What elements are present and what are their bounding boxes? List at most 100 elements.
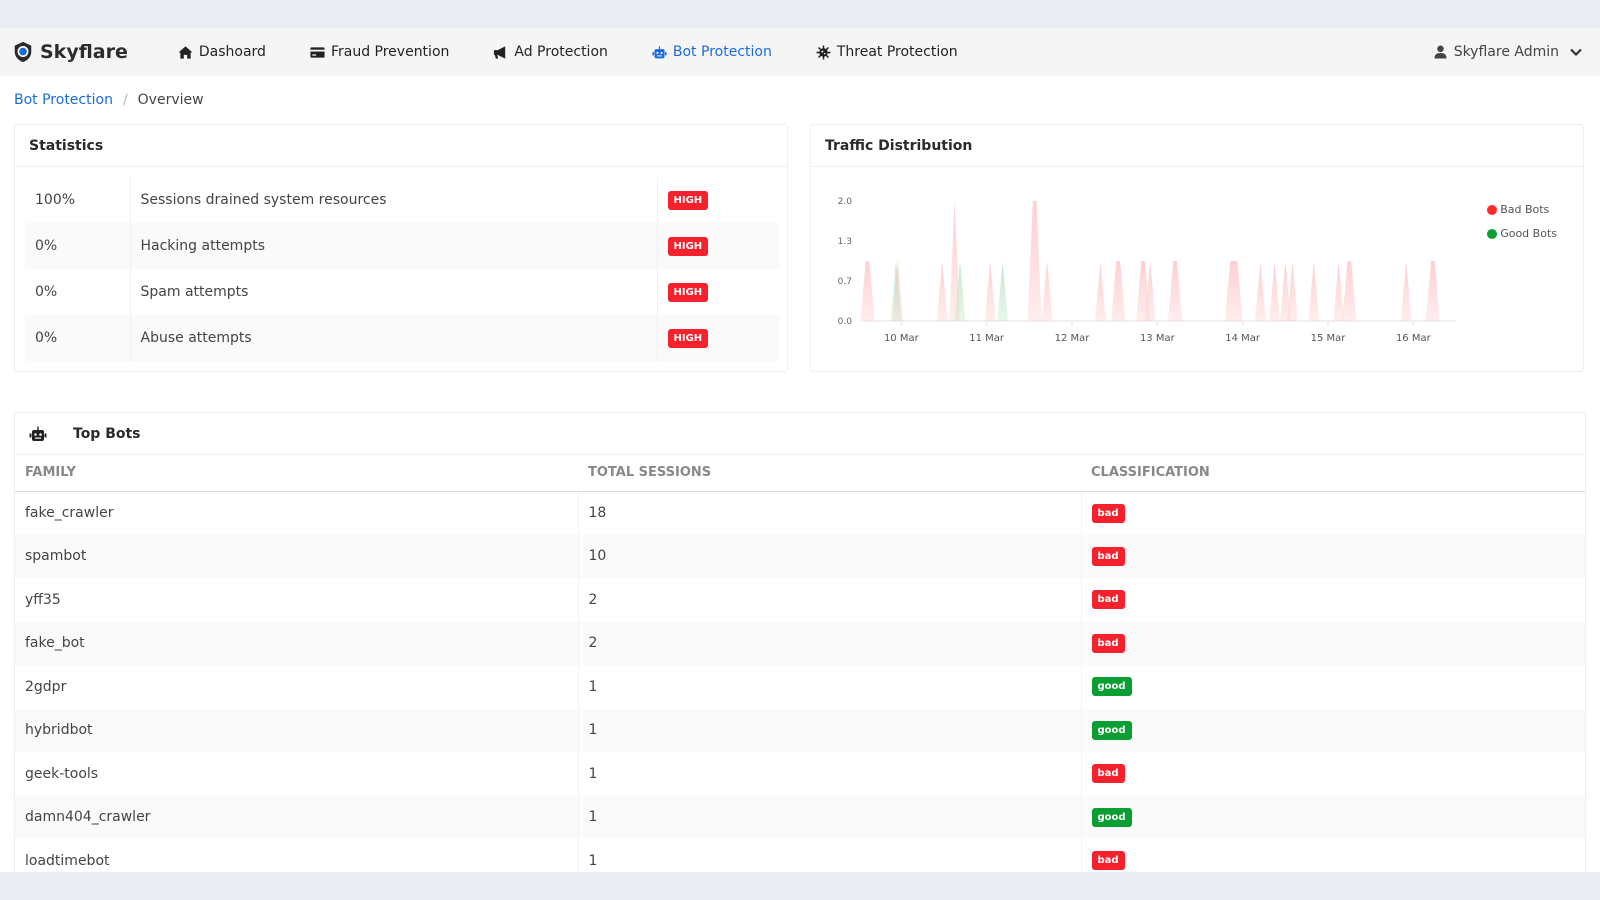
statistics-row: 0% Hacking attempts HIGH <box>25 223 779 269</box>
legend-dot <box>1487 228 1498 239</box>
breadcrumb-overview: Overview <box>137 92 204 108</box>
x-tick-label: 11 Mar <box>969 333 1005 344</box>
megaphone-icon <box>494 45 506 59</box>
bot-classification-cell: good <box>1081 795 1585 839</box>
table-row[interactable]: damn404_crawler 1 good <box>15 795 1585 839</box>
stat-level-cell: HIGH <box>657 269 779 315</box>
good-bots-spike <box>997 261 1008 321</box>
legend-item[interactable]: Bad Bots <box>1487 203 1557 216</box>
severity-badge: HIGH <box>667 190 709 210</box>
legend-label: Bad Bots <box>1500 203 1550 216</box>
stat-level-cell: HIGH <box>657 177 779 223</box>
user-menu[interactable]: Skyflare Admin <box>1434 44 1582 60</box>
window-top-strip <box>0 0 1600 28</box>
bad-bots-spike <box>1287 261 1298 321</box>
nav-item-ad-protection[interactable]: Ad Protection <box>493 44 608 60</box>
bad-bots-spike <box>1095 261 1106 321</box>
table-row[interactable]: loadtimebot 1 bad <box>15 839 1585 872</box>
brand-logo[interactable]: Skyflare <box>12 41 128 63</box>
y-tick-label: 0.7 <box>838 277 852 287</box>
bad-bots-spike <box>1269 261 1280 321</box>
x-tick-label: 16 Mar <box>1396 333 1432 344</box>
brand-name: Skyflare <box>40 41 128 63</box>
column-header-family[interactable]: FAMILY <box>15 455 578 492</box>
traffic-chart: 0.0 0.7 1.3 2.0 10 Mar 11 Mar 12 Mar 13 Mar 14 M… <box>811 167 1583 371</box>
bot-total-sessions: 1 <box>578 795 1082 839</box>
severity-badge: HIGH <box>667 236 709 256</box>
top-bots-title: Top Bots <box>73 425 141 442</box>
classification-badge: bad <box>1091 503 1125 523</box>
table-row[interactable]: 2gdpr 1 good <box>15 665 1585 709</box>
bad-bots-spike <box>1400 261 1412 321</box>
bot-family: damn404_crawler <box>15 795 579 839</box>
bot-classification-cell: bad <box>1081 752 1585 796</box>
overview-row: Statistics 100% Sessions drained system r… <box>0 124 1600 372</box>
bot-classification-cell: good <box>1081 665 1585 709</box>
robot-icon <box>29 426 47 441</box>
bad-bots-spike <box>1224 261 1243 321</box>
bad-bots-spike <box>936 261 948 321</box>
breadcrumb-bot-protection[interactable]: Bot Protection <box>14 92 113 124</box>
x-tick-label: 15 Mar <box>1311 333 1347 344</box>
robot-icon <box>652 45 667 58</box>
traffic-distribution-card: Traffic Distribution 0.0 0.7 1.3 2.0 10 Mar 1… <box>810 124 1584 372</box>
stat-level-cell: HIGH <box>657 223 779 269</box>
user-name: Skyflare Admin <box>1453 44 1559 60</box>
bot-classification-cell: good <box>1081 708 1585 752</box>
table-row[interactable]: geek-tools 1 bad <box>15 752 1585 796</box>
stat-level-cell: HIGH <box>657 315 779 361</box>
classification-badge: good <box>1091 720 1132 740</box>
nav-item-dashboard[interactable]: Dashoard <box>178 44 266 60</box>
severity-badge: HIGH <box>667 282 709 302</box>
bot-family: fake_crawler <box>15 491 579 535</box>
bad-bots-spike <box>1255 261 1266 321</box>
bot-family: fake_bot <box>15 621 579 665</box>
nav-item-bot-protection[interactable]: Bot Protection <box>652 44 772 60</box>
bot-family: loadtimebot <box>15 839 579 872</box>
bot-classification-cell: bad <box>1081 839 1585 872</box>
bad-bots-spike <box>1041 261 1053 321</box>
bad-bots-spike <box>1333 261 1344 321</box>
table-row[interactable]: fake_crawler 18 bad <box>15 491 1585 535</box>
classification-badge: bad <box>1091 764 1125 784</box>
top-bots-card: Top Bots FAMILY TOTAL SESSIONS CLASSIFIC… <box>14 412 1586 872</box>
stat-label: Sessions drained system resources <box>130 177 658 223</box>
bot-total-sessions: 2 <box>578 578 1082 622</box>
table-row[interactable]: fake_bot 2 bad <box>15 621 1585 665</box>
top-bots-table: FAMILY TOTAL SESSIONS CLASSIFICATION fak… <box>15 455 1585 872</box>
traffic-title: Traffic Distribution <box>811 125 1583 167</box>
nav-label: Threat Protection <box>836 44 958 60</box>
column-header-classification[interactable]: CLASSIFICATION <box>1081 455 1585 492</box>
statistics-row: 0% Abuse attempts HIGH <box>25 315 779 361</box>
virus-icon <box>816 44 831 60</box>
stat-percent: 0% <box>25 315 131 361</box>
y-tick-label: 1.3 <box>838 237 852 247</box>
table-row[interactable]: spambot 10 bad <box>15 534 1585 578</box>
bad-bots-spike <box>984 261 996 321</box>
column-header-total-sessions[interactable]: TOTAL SESSIONS <box>578 455 1081 492</box>
bot-total-sessions: 1 <box>578 708 1082 752</box>
nav-item-fraud-prevention[interactable]: Fraud Prevention <box>310 44 449 60</box>
bad-bots-spike <box>1425 261 1440 321</box>
table-row[interactable]: hybridbot 1 good <box>15 708 1585 752</box>
nav-item-threat-protection[interactable]: Threat Protection <box>816 44 958 60</box>
classification-badge: bad <box>1091 590 1125 610</box>
bot-family: hybridbot <box>15 708 579 752</box>
bad-bots-spike <box>860 261 875 321</box>
table-row[interactable]: yff35 2 bad <box>15 578 1585 622</box>
statistics-row: 100% Sessions drained system resources HIG… <box>25 177 779 223</box>
nav-label: Fraud Prevention <box>330 44 450 60</box>
bad-bots-spike <box>1342 261 1357 321</box>
bad-bots-spike <box>1168 261 1183 321</box>
page-viewport: Skyflare Dashoard Fraud Prevention Ad Pr… <box>0 28 1600 872</box>
stat-label: Abuse attempts <box>130 315 658 361</box>
bot-total-sessions: 10 <box>578 534 1082 578</box>
classification-badge: bad <box>1091 851 1125 871</box>
legend-item[interactable]: Good Bots <box>1487 227 1557 240</box>
nav-label: Dashoard <box>198 44 266 60</box>
classification-badge: bad <box>1091 633 1125 653</box>
chart-legend: Bad Bots Good Bots <box>1487 203 1557 251</box>
bot-family: 2gdpr <box>15 665 579 709</box>
classification-badge: bad <box>1091 546 1125 566</box>
breadcrumb-separator: / <box>122 92 128 108</box>
